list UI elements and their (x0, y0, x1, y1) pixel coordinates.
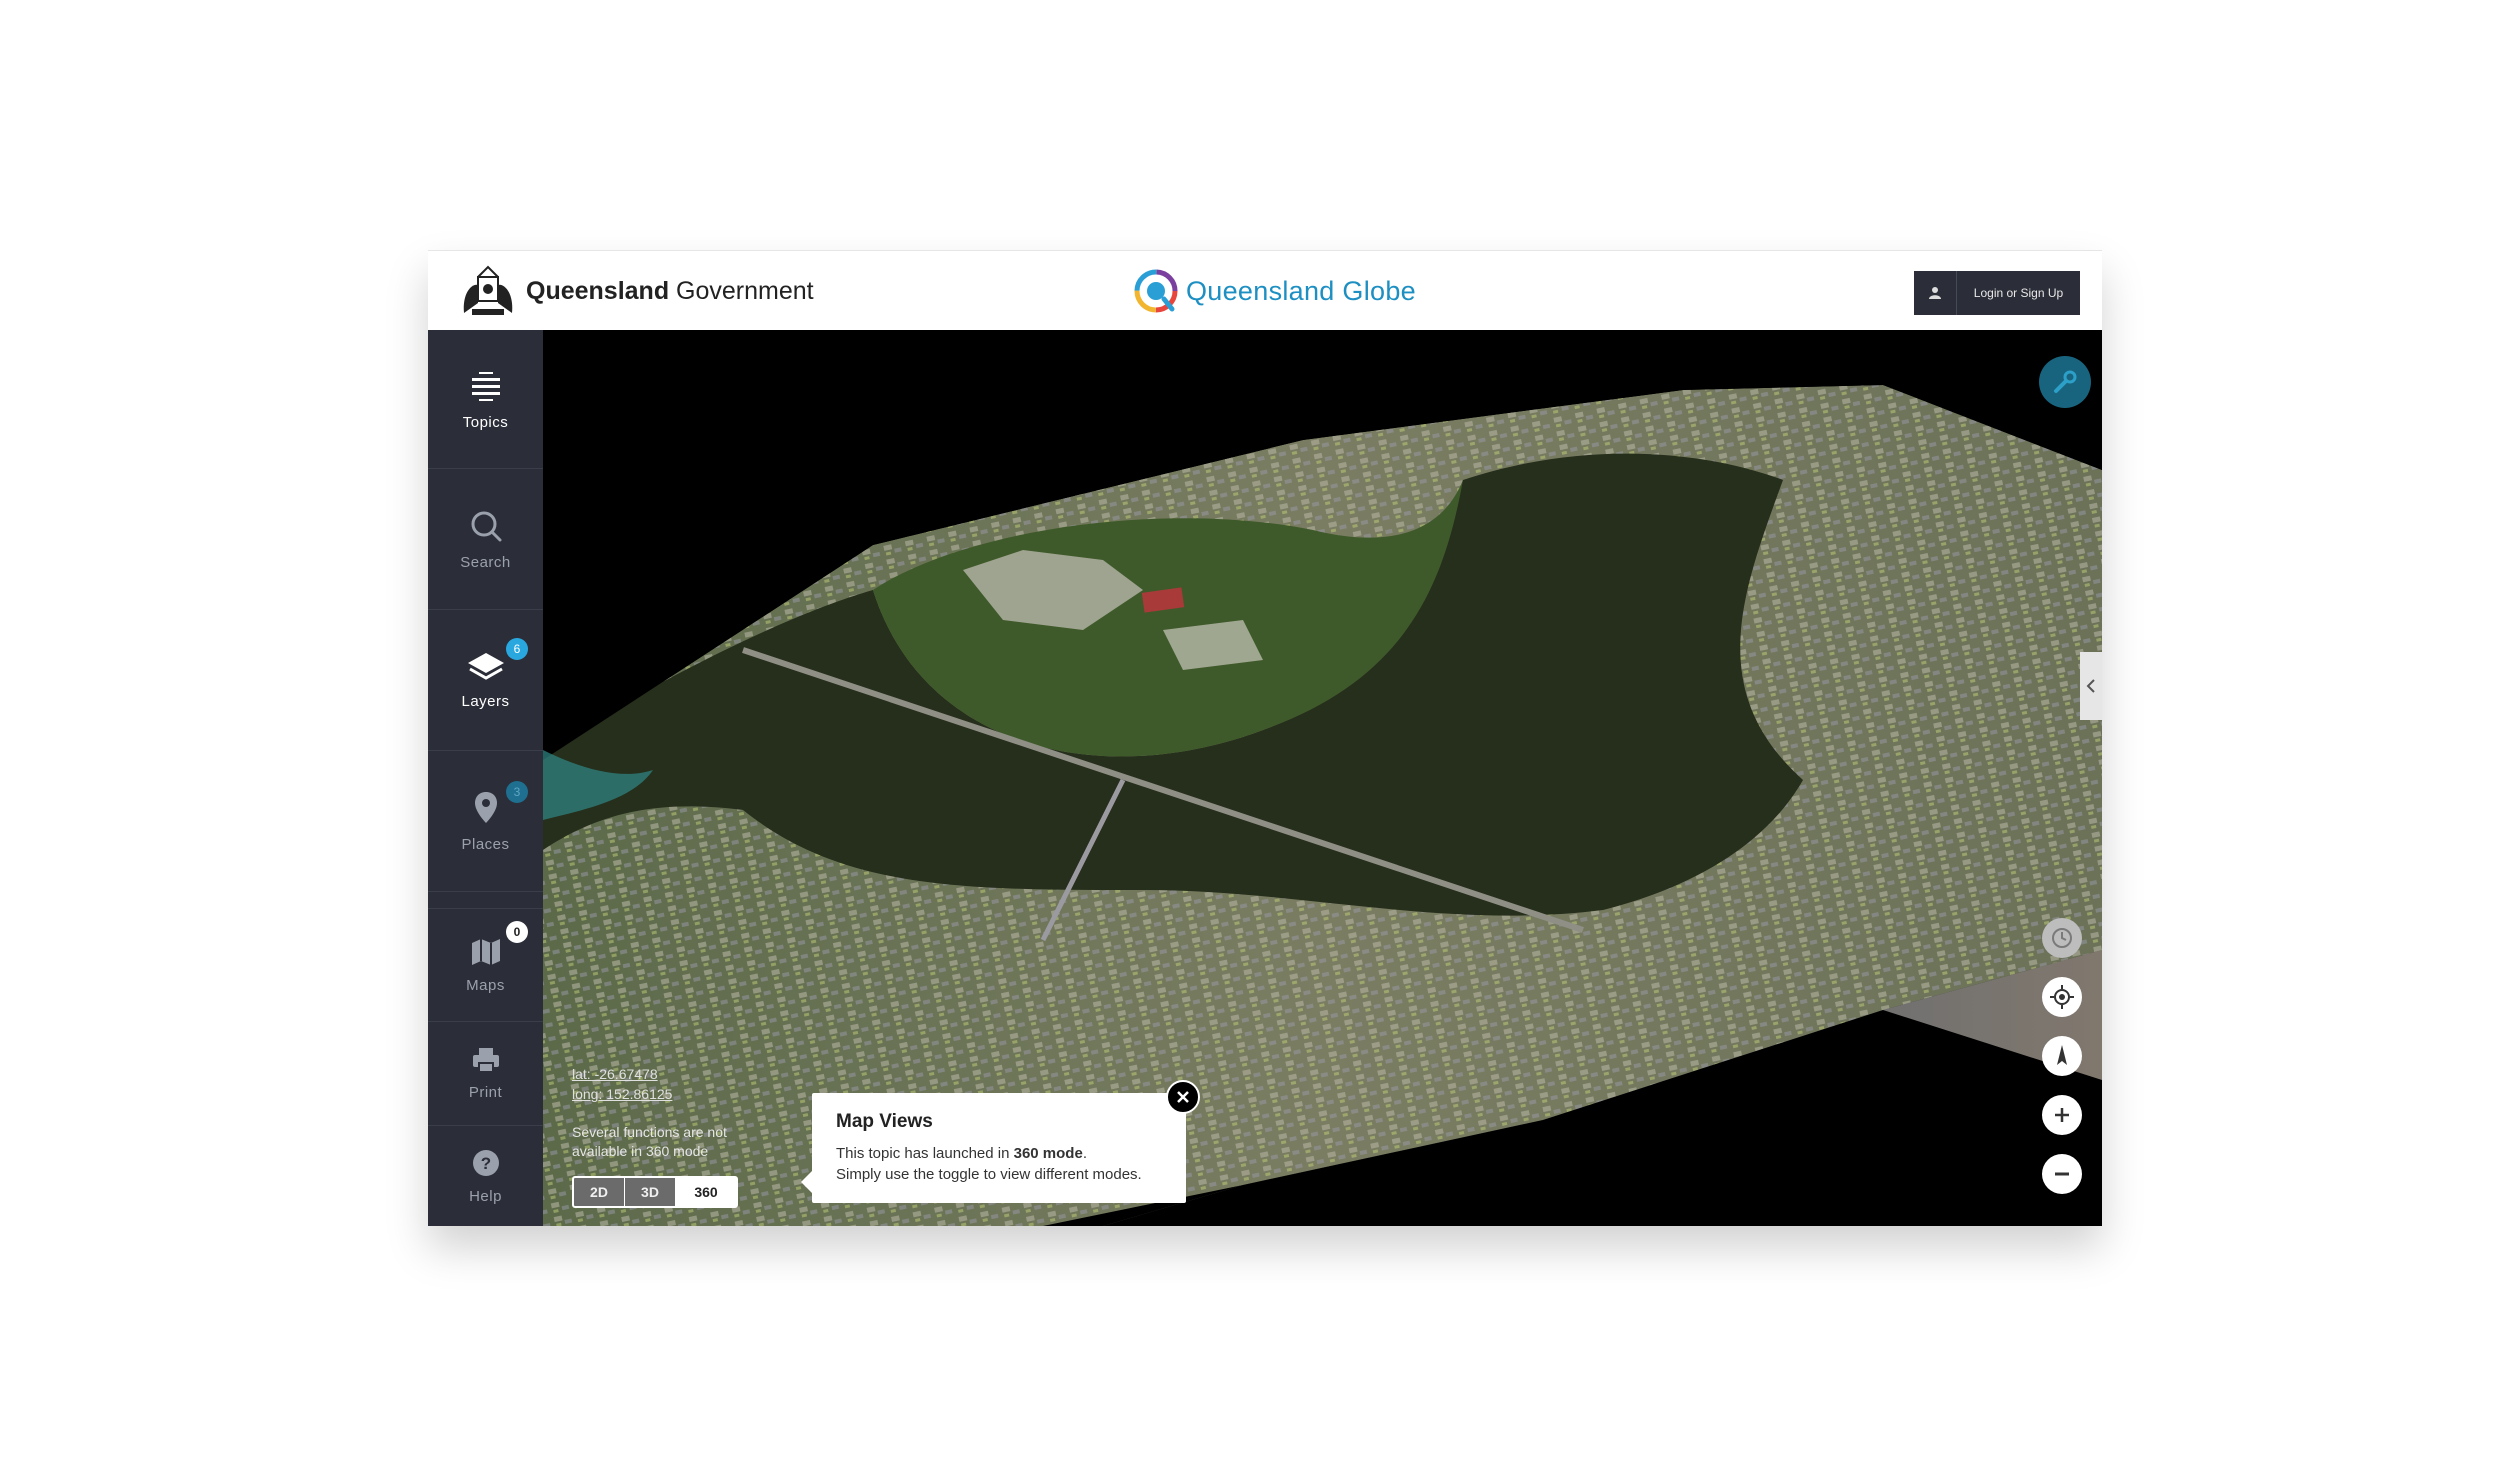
history-button[interactable] (2042, 918, 2082, 958)
sidebar-item-help[interactable]: ? Help (428, 1126, 543, 1226)
header: Queensland Government Queensland Globe L… (428, 250, 2102, 331)
sidebar-item-label: Search (460, 553, 511, 571)
locate-button[interactable] (2042, 977, 2082, 1017)
tools-button[interactable] (2039, 356, 2091, 408)
map-icon (471, 938, 500, 965)
compass-icon (2057, 1045, 2067, 1065)
places-count-badge: 3 (506, 781, 528, 803)
layers-count-badge: 6 (506, 638, 528, 660)
user-icon (1914, 271, 1957, 315)
view-mode-toggle: 2D 3D 360 (572, 1176, 738, 1208)
chevron-left-icon (2086, 679, 2095, 693)
login-label: Login or Sign Up (1973, 286, 2064, 300)
sidebar-item-places[interactable]: Places 3 (428, 751, 543, 892)
help-icon: ? (472, 1149, 499, 1176)
sidebar-item-layers[interactable]: Layers 6 (428, 610, 543, 751)
sidebar-item-maps[interactable]: Maps 0 (428, 908, 543, 1022)
compass-button[interactable] (2042, 1036, 2082, 1076)
zoom-out-button[interactable] (2042, 1154, 2082, 1194)
sidebar-item-label: Places (461, 835, 510, 853)
popup-body: This topic has launched in 360 mode. Sim… (836, 1145, 1142, 1183)
coat-of-arms-icon (463, 265, 513, 315)
aerial-imagery (543, 330, 2102, 1226)
sidebar-item-label: Help (469, 1187, 502, 1205)
maps-count-badge: 0 (506, 921, 528, 943)
mode-3d-button[interactable]: 3D (625, 1178, 676, 1206)
popup-title: Map Views (836, 1111, 933, 1132)
layers-icon (467, 652, 504, 680)
collapse-panel-tab[interactable] (2080, 652, 2102, 720)
locate-icon (2050, 985, 2074, 1009)
clock-icon (2052, 928, 2072, 948)
sidebar: Topics Search Layers 6 Places 3 Maps 0 P… (428, 330, 543, 1226)
sidebar-item-search[interactable]: Search (428, 469, 543, 610)
queensland-globe-logo[interactable]: Queensland Globe (1134, 269, 1416, 313)
zoom-in-button[interactable] (2042, 1095, 2082, 1135)
topics-icon (471, 371, 500, 401)
map-views-popup: Map Views This topic has launched in 360… (801, 1093, 1186, 1203)
zoom-in-icon (2055, 1108, 2069, 1122)
map-view-360[interactable]: lat: -26.67478 long: 152.86125 Several f… (543, 330, 2102, 1226)
longitude: long: 152.86125 (572, 1086, 673, 1102)
queensland-government-logo[interactable]: Queensland Government (458, 263, 814, 319)
close-icon (1177, 1091, 1189, 1103)
app-frame: Queensland Government Queensland Globe L… (428, 250, 2102, 1226)
wrench-icon (2054, 370, 2077, 393)
sidebar-item-label: Topics (462, 413, 509, 431)
app-title: Queensland Globe (1186, 275, 1416, 306)
zoom-out-icon (2055, 1172, 2069, 1176)
sidebar-item-topics[interactable]: Topics (428, 330, 543, 469)
government-name: Queensland Government (526, 276, 814, 305)
svg-text:?: ? (480, 1154, 490, 1173)
pin-icon (474, 791, 497, 823)
login-signup-button[interactable]: Login or Sign Up (1914, 271, 2080, 315)
sidebar-item-label: Maps (466, 976, 505, 994)
search-icon (471, 511, 501, 541)
mode-2d-button[interactable]: 2D (574, 1178, 625, 1206)
print-icon (472, 1047, 499, 1073)
latitude: lat: -26.67478 (572, 1066, 658, 1082)
mode-360-button[interactable]: 360 (676, 1178, 736, 1206)
popup-close-button[interactable] (1166, 1080, 1200, 1114)
globe-logo-icon (1134, 269, 1178, 313)
coordinates-readout: lat: -26.67478 long: 152.86125 (572, 1064, 672, 1104)
sidebar-item-label: Print (468, 1083, 503, 1101)
sidebar-item-label: Layers (461, 692, 510, 710)
mode-warning: Several functions are not available in 3… (572, 1124, 727, 1159)
sidebar-item-print[interactable]: Print (428, 1021, 543, 1126)
